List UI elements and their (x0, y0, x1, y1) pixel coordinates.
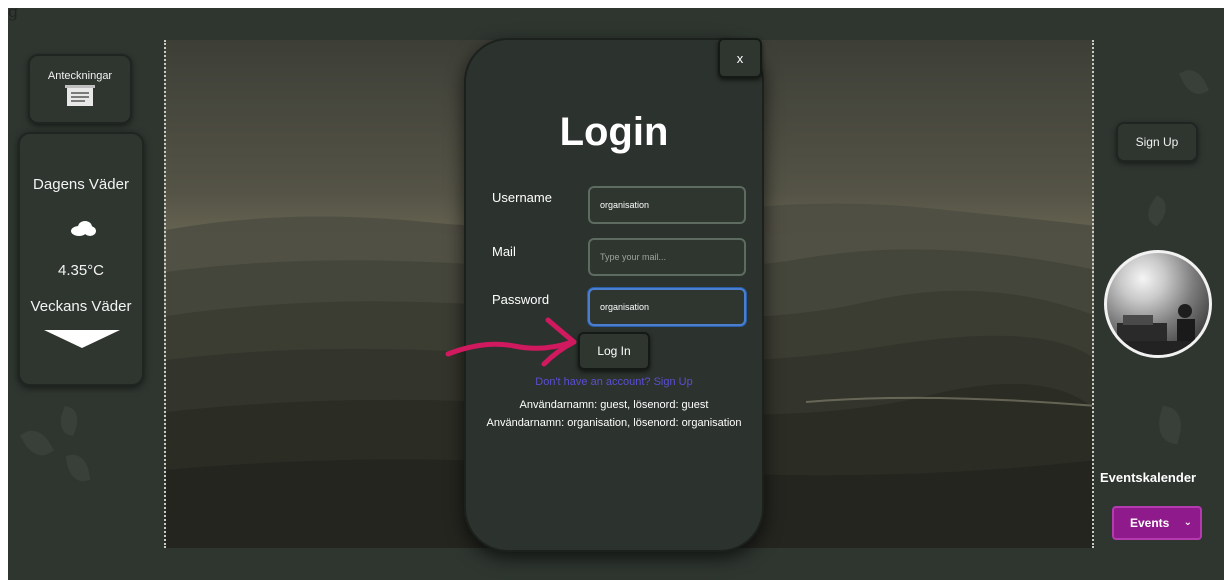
temperature-value: 4.35°C (57, 262, 105, 279)
login-title: Login (559, 110, 669, 154)
events-calendar-title: Eventskalender (1100, 470, 1197, 485)
chevron-down-icon: ⌄ (1183, 517, 1192, 528)
annotation-arrow-icon (445, 317, 577, 367)
decorative-leaf (65, 452, 91, 484)
corner-glyph: g (8, 8, 19, 21)
decorative-leaf (1179, 65, 1209, 99)
decorative-leaf (56, 405, 82, 437)
signup-link[interactable]: Don't have an account? Sign Up (466, 376, 762, 388)
cloud-icon (71, 221, 96, 236)
notes-button[interactable]: Anteckningar (28, 54, 132, 124)
credentials-organisation: Användarnamn: organisation, lösenord: or… (486, 417, 742, 429)
week-weather-title: Veckans Väder (30, 298, 132, 315)
app-background: g Anteckningar Dagens Väder 4.35°C Vecka… (8, 8, 1224, 580)
mail-input[interactable] (588, 238, 746, 276)
decorative-leaf (1154, 405, 1186, 445)
close-button[interactable]: x (718, 38, 762, 78)
weather-card: Dagens Väder 4.35°C Veckans Väder (18, 132, 144, 386)
decorative-leaf (19, 424, 55, 462)
decorative-leaf (1142, 195, 1172, 227)
avatar-photo (1107, 304, 1209, 355)
mail-label: Mail (492, 244, 516, 259)
notes-label: Anteckningar (47, 70, 113, 82)
login-button[interactable]: Log In (578, 332, 650, 370)
password-input[interactable] (588, 288, 746, 326)
events-label: Events (1130, 516, 1170, 530)
avatar[interactable] (1104, 250, 1212, 358)
triangle-down-icon[interactable] (44, 330, 120, 348)
weather-title: Dagens Väder (33, 176, 129, 193)
login-modal: x Login Username Mail Password Log In Do… (464, 38, 764, 552)
notepad-icon (65, 85, 95, 106)
password-label: Password (492, 292, 550, 307)
username-input[interactable] (588, 186, 746, 224)
signup-button[interactable]: Sign Up (1116, 122, 1198, 162)
credentials-guest: Användarnamn: guest, lösenord: guest (519, 399, 709, 411)
events-dropdown[interactable]: Events ⌄ (1112, 506, 1202, 540)
username-label: Username (492, 190, 552, 205)
